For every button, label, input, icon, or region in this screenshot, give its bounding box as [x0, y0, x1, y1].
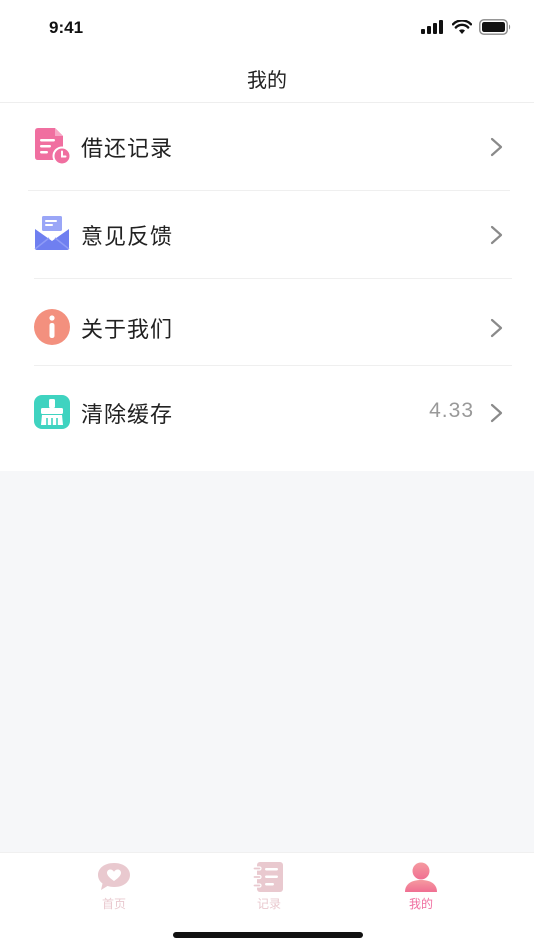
tab-label: 记录: [256, 897, 281, 911]
chevron-right-icon: [490, 403, 503, 423]
tab-records[interactable]: 记录: [209, 861, 329, 919]
record-document-clock-icon: [35, 128, 71, 165]
clear-cache-brush-icon: [34, 395, 70, 429]
feedback-envelope-icon: [34, 216, 70, 250]
menu-item-clear-cache[interactable]: 清除缓存 4.33: [0, 369, 534, 455]
tab-mine[interactable]: 我的: [361, 861, 481, 919]
cellular-signal-icon: [421, 20, 443, 34]
info-circle-icon: [34, 309, 70, 345]
cache-size-value: 4.33: [429, 399, 474, 422]
chevron-right-icon: [490, 137, 503, 157]
user-profile-icon: [405, 862, 437, 892]
navigation-bar: 我的: [0, 56, 534, 103]
divider: [34, 278, 512, 279]
menu-item-about-us[interactable]: 关于我们: [0, 284, 534, 370]
menu-item-label: 清除缓存: [81, 403, 174, 428]
tab-home[interactable]: 首页: [54, 861, 174, 919]
battery-icon: [479, 19, 511, 35]
status-icons: [421, 18, 512, 36]
page-title: 我的: [247, 68, 287, 92]
notebook-list-icon: [252, 862, 283, 892]
menu-list: 借还记录 意见反馈 关于我们 清除缓存 4.33: [0, 103, 534, 471]
menu-item-feedback[interactable]: 意见反馈: [0, 191, 534, 277]
tab-label: 首页: [101, 897, 126, 911]
home-heart-bubble-icon: [98, 863, 130, 890]
divider: [34, 365, 512, 366]
menu-item-borrow-records[interactable]: 借还记录: [0, 103, 534, 189]
home-indicator[interactable]: [173, 932, 363, 938]
chevron-right-icon: [490, 318, 503, 338]
wifi-icon: [452, 19, 472, 34]
chevron-right-icon: [490, 225, 503, 245]
status-bar: 9:41: [0, 0, 534, 56]
menu-item-label: 意见反馈: [81, 225, 174, 250]
status-time: 9:41: [49, 18, 84, 37]
menu-item-label: 关于我们: [81, 318, 174, 343]
tab-label: 我的: [408, 897, 433, 911]
menu-item-label: 借还记录: [81, 137, 174, 162]
